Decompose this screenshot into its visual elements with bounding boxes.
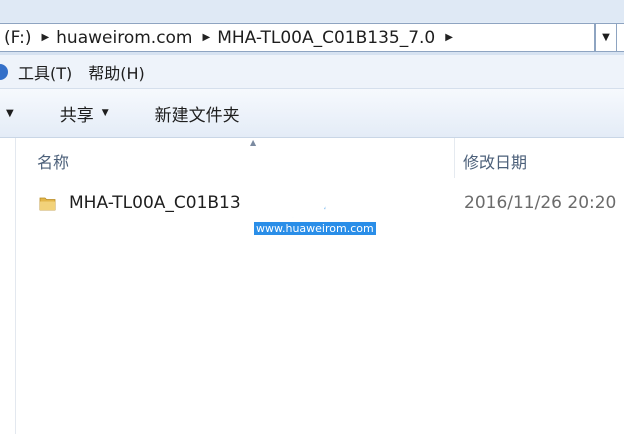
command-bar: ▼ 共享 ▼ 新建文件夹 xyxy=(0,89,624,138)
watermark-logo: 华为刷机网 www.huaweirom.com xyxy=(254,195,384,241)
column-header-row: ▲ 名称 修改日期 xyxy=(16,138,624,178)
chevron-down-icon: ▼ xyxy=(101,108,109,118)
address-bar-row: (F:) ▶ huaweirom.com ▶ MHA-TL00A_C01B135… xyxy=(0,22,624,55)
address-bar[interactable]: (F:) ▶ huaweirom.com ▶ MHA-TL00A_C01B135… xyxy=(0,23,595,52)
share-label: 共享 xyxy=(59,105,94,126)
watermark-url: www.huaweirom.com xyxy=(254,222,376,235)
breadcrumb-arrow-icon[interactable]: ▶ xyxy=(35,32,52,43)
refresh-button-edge[interactable] xyxy=(617,23,624,52)
navigation-pane[interactable] xyxy=(0,138,16,434)
file-date: 2016/11/26 20:20 xyxy=(464,193,617,213)
column-header-name[interactable]: 名称 xyxy=(37,149,69,173)
menu-bar: 工具(T) 帮助(H) xyxy=(0,55,624,89)
column-divider[interactable] xyxy=(454,138,455,178)
new-folder-button[interactable]: 新建文件夹 xyxy=(155,101,240,126)
menu-tools[interactable]: 工具(T) xyxy=(18,60,72,84)
share-button[interactable]: 共享 ▼ xyxy=(60,101,109,126)
organize-dropdown-icon[interactable]: ▼ xyxy=(6,108,14,119)
watermark-title: 华为刷机网 xyxy=(254,199,364,224)
title-bar-strip xyxy=(0,0,624,22)
breadcrumb-arrow-icon[interactable]: ▶ xyxy=(439,32,456,43)
file-name: MHA-TL00A_C01B13 xyxy=(69,193,241,213)
breadcrumb-drive[interactable]: (F:) xyxy=(0,28,35,48)
breadcrumb-folder-current[interactable]: MHA-TL00A_C01B135_7.0 xyxy=(213,28,439,48)
menu-help[interactable]: 帮助(H) xyxy=(88,60,145,84)
breadcrumb-folder-site[interactable]: huaweirom.com xyxy=(52,28,196,48)
column-header-date[interactable]: 修改日期 xyxy=(463,149,527,173)
breadcrumb-arrow-icon[interactable]: ▶ xyxy=(197,32,214,43)
sort-ascending-icon: ▲ xyxy=(250,138,257,147)
new-folder-label: 新建文件夹 xyxy=(154,105,240,126)
menu-bullet-icon xyxy=(0,63,8,80)
file-list-pane: ▲ 名称 修改日期 MHA-TL00A_C01B13 2016/11/26 20… xyxy=(0,138,624,434)
folder-icon xyxy=(39,197,56,211)
chevron-down-icon: ▼ xyxy=(602,32,610,43)
address-history-dropdown[interactable]: ▼ xyxy=(595,23,617,52)
